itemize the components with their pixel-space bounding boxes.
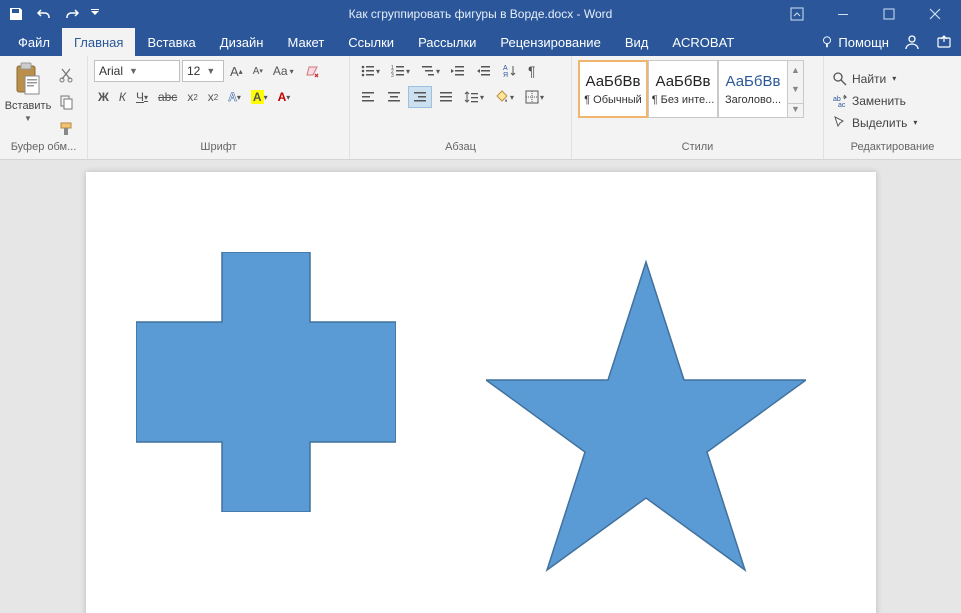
- group-paragraph: ▾ 123▾ ▾ AЯ ¶ ▾ ▾ ▾ Абзац: [350, 56, 572, 159]
- group-styles: АаБбВв ¶ Обычный АаБбВв ¶ Без инте... Аа…: [572, 56, 824, 159]
- text-effects-button[interactable]: A▾: [224, 86, 245, 108]
- svg-text:Я: Я: [503, 72, 508, 79]
- paste-button[interactable]: Вставить ▼: [6, 60, 50, 141]
- change-case-button[interactable]: Aa▾: [269, 60, 298, 82]
- ribbon-options-button[interactable]: [775, 0, 819, 28]
- tab-acrobat[interactable]: ACROBAT: [660, 28, 746, 56]
- font-name-combo[interactable]: Arial▼: [94, 60, 180, 82]
- decrease-indent-button[interactable]: [446, 60, 470, 82]
- font-group-label: Шрифт: [94, 141, 343, 159]
- font-color-button[interactable]: A▾: [274, 86, 295, 108]
- svg-text:ac: ac: [838, 102, 846, 109]
- close-button[interactable]: [913, 0, 957, 28]
- shape-cross[interactable]: [136, 252, 396, 512]
- numbering-button[interactable]: 123▾: [386, 60, 414, 82]
- account-button[interactable]: [903, 33, 921, 51]
- shape-star[interactable]: [486, 252, 806, 572]
- shading-button[interactable]: ▾: [490, 86, 518, 108]
- save-button[interactable]: [4, 2, 28, 26]
- maximize-button[interactable]: [867, 0, 911, 28]
- tab-insert[interactable]: Вставка: [135, 28, 207, 56]
- svg-text:A: A: [503, 65, 508, 72]
- shrink-font-button[interactable]: A▾: [249, 60, 267, 82]
- tab-home[interactable]: Главная: [62, 28, 135, 56]
- tab-review[interactable]: Рецензирование: [488, 28, 612, 56]
- tab-mailings[interactable]: Рассылки: [406, 28, 488, 56]
- ribbon: Вставить ▼ Буфер обм... Arial▼ 12▼ A▴ A▾…: [0, 56, 961, 160]
- styles-scroll-up[interactable]: ▲: [791, 65, 800, 75]
- align-center-button[interactable]: [382, 86, 406, 108]
- justify-button[interactable]: [434, 86, 458, 108]
- tell-me-button[interactable]: Помощн: [820, 35, 889, 50]
- grow-font-button[interactable]: A▴: [226, 60, 247, 82]
- styles-gallery-scroll: ▲ ▼ ▼: [788, 60, 804, 118]
- font-size-combo[interactable]: 12▼: [182, 60, 224, 82]
- group-font: Arial▼ 12▼ A▴ A▾ Aa▾ Ж К Ч ▾ abc x2 x2 A…: [88, 56, 350, 159]
- superscript-button[interactable]: x2: [204, 86, 222, 108]
- subscript-button[interactable]: x2: [183, 86, 201, 108]
- minimize-button[interactable]: [821, 0, 865, 28]
- document-area[interactable]: [0, 160, 961, 613]
- clipboard-group-label: Буфер обм...: [6, 141, 81, 159]
- tab-file[interactable]: Файл: [6, 28, 62, 56]
- replace-button[interactable]: abac Заменить: [830, 91, 955, 111]
- align-left-button[interactable]: [356, 86, 380, 108]
- redo-button[interactable]: [60, 2, 84, 26]
- group-clipboard: Вставить ▼ Буфер обм...: [0, 56, 88, 159]
- underline-button[interactable]: Ч ▾: [132, 86, 152, 108]
- select-button[interactable]: Выделить▾: [830, 113, 955, 133]
- highlight-button[interactable]: A▾: [247, 86, 272, 108]
- window-controls: [775, 0, 957, 28]
- bullets-button[interactable]: ▾: [356, 60, 384, 82]
- show-marks-button[interactable]: ¶: [524, 60, 540, 82]
- group-editing: Найти▾ abac Заменить Выделить▾ Редактиро…: [824, 56, 961, 159]
- format-painter-button[interactable]: [54, 118, 78, 140]
- bold-button[interactable]: Ж: [94, 86, 113, 108]
- tab-layout[interactable]: Макет: [275, 28, 336, 56]
- cut-button[interactable]: [54, 64, 78, 86]
- style-heading1[interactable]: АаБбВв Заголово...: [718, 60, 788, 118]
- borders-button[interactable]: ▾: [520, 86, 548, 108]
- strikethrough-button[interactable]: abc: [154, 86, 181, 108]
- tell-me-label: Помощн: [838, 35, 889, 50]
- title-bar: Как сгруппировать фигуры в Ворде.docx - …: [0, 0, 961, 28]
- style-normal[interactable]: АаБбВв ¶ Обычный: [578, 60, 648, 118]
- multilevel-list-button[interactable]: ▾: [416, 60, 444, 82]
- line-spacing-button[interactable]: ▾: [460, 86, 488, 108]
- document-page[interactable]: [86, 172, 876, 613]
- tab-design[interactable]: Дизайн: [208, 28, 276, 56]
- styles-scroll-down[interactable]: ▼: [791, 84, 800, 94]
- qat-customize-button[interactable]: [88, 2, 102, 26]
- share-button[interactable]: [935, 33, 953, 51]
- paste-label: Вставить: [5, 100, 52, 112]
- styles-group-label: Стили: [578, 141, 817, 159]
- find-button[interactable]: Найти▾: [830, 69, 955, 89]
- style-no-spacing[interactable]: АаБбВв ¶ Без инте...: [648, 60, 718, 118]
- svg-text:3: 3: [391, 73, 394, 79]
- copy-button[interactable]: [54, 91, 78, 113]
- quick-access-toolbar: [4, 2, 102, 26]
- sort-button[interactable]: AЯ: [498, 60, 522, 82]
- increase-indent-button[interactable]: [472, 60, 496, 82]
- editing-group-label: Редактирование: [830, 141, 955, 159]
- ribbon-tabs: Файл Главная Вставка Дизайн Макет Ссылки…: [0, 28, 961, 56]
- align-right-button[interactable]: [408, 86, 432, 108]
- undo-button[interactable]: [32, 2, 56, 26]
- styles-expand-button[interactable]: ▼: [788, 103, 803, 114]
- tab-view[interactable]: Вид: [613, 28, 661, 56]
- clear-formatting-button[interactable]: [300, 60, 324, 82]
- tab-references[interactable]: Ссылки: [336, 28, 406, 56]
- italic-button[interactable]: К: [115, 86, 130, 108]
- paragraph-group-label: Абзац: [356, 141, 565, 159]
